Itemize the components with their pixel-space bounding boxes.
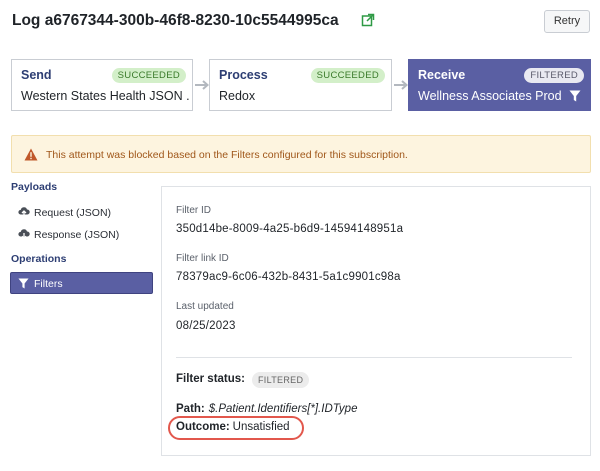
status-badge: SUCCEEDED — [111, 68, 186, 83]
external-link-icon[interactable] — [361, 13, 375, 27]
step-name: Send — [21, 68, 52, 82]
divider — [176, 357, 572, 358]
sidebar-item-request[interactable]: Request (JSON) — [18, 206, 111, 219]
retry-button[interactable]: Retry — [544, 10, 590, 33]
filter-link-id-label: Filter link ID — [176, 253, 229, 264]
status-badge: FILTERED — [524, 68, 584, 83]
filter-link-id-value: 78379ac9-6c06-432b-8431-5a1c9901c98a — [176, 271, 401, 283]
warning-icon — [24, 148, 38, 161]
filter-id-value: 350d14be-8009-4a25-b6d9-14594148951a — [176, 223, 404, 235]
sidebar-item-label: Request (JSON) — [34, 207, 112, 219]
step-name: Receive — [418, 68, 466, 82]
outcome-row: Outcome: Unsatisfied — [176, 421, 290, 433]
filter-id-label: Filter ID — [176, 205, 211, 216]
sidebar-item-filters[interactable]: Filters — [10, 272, 153, 294]
path-row: Path: $.Patient.Identifiers[*].IDType — [176, 403, 357, 415]
cloud-upload-icon — [18, 207, 30, 217]
payloads-heading: Payloads — [11, 181, 58, 193]
warning-banner: This attempt was blocked based on the Fi… — [11, 135, 591, 173]
step-name: Process — [219, 68, 268, 82]
outcome-label: Outcome: — [176, 421, 230, 433]
sidebar-item-label: Response (JSON) — [34, 229, 120, 241]
page-title: Log a6767344-300b-46f8-8230-10c5544995ca — [12, 12, 339, 29]
outcome-value: Unsatisfied — [232, 421, 290, 433]
sidebar-item-response[interactable]: Response (JSON) — [18, 228, 119, 241]
status-badge: SUCCEEDED — [310, 68, 385, 83]
filter-status-label: Filter status: — [176, 373, 246, 385]
arrow-right-icon — [195, 80, 210, 90]
step-receive[interactable]: Receive FILTERED Wellness Associates Pro… — [408, 59, 591, 111]
filter-status-badge: FILTERED — [252, 372, 310, 388]
title-row: Log a6767344-300b-46f8-8230-10c5544995ca… — [12, 10, 590, 36]
filter-details-panel: Filter ID 350d14be-8009-4a25-b6d9-145941… — [161, 186, 591, 456]
filter-icon — [569, 90, 581, 102]
last-updated-value: 08/25/2023 — [176, 320, 236, 332]
path-label: Path: — [176, 403, 205, 415]
step-destination: Western States Health JSON ... — [21, 89, 189, 103]
cloud-download-icon — [18, 229, 30, 239]
arrow-right-icon — [394, 80, 409, 90]
step-process[interactable]: Process SUCCEEDED Redox — [209, 59, 392, 111]
last-updated-label: Last updated — [176, 301, 234, 312]
step-send[interactable]: Send SUCCEEDED Western States Health JSO… — [11, 59, 193, 111]
filter-icon — [18, 278, 29, 289]
path-value: $.Patient.Identifiers[*].IDType — [208, 403, 358, 415]
sidebar-item-label: Filters — [34, 278, 63, 290]
warning-text: This attempt was blocked based on the Fi… — [46, 149, 408, 161]
step-destination: Wellness Associates Prod — [418, 89, 562, 103]
operations-heading: Operations — [11, 253, 67, 265]
step-destination: Redox — [219, 89, 256, 103]
